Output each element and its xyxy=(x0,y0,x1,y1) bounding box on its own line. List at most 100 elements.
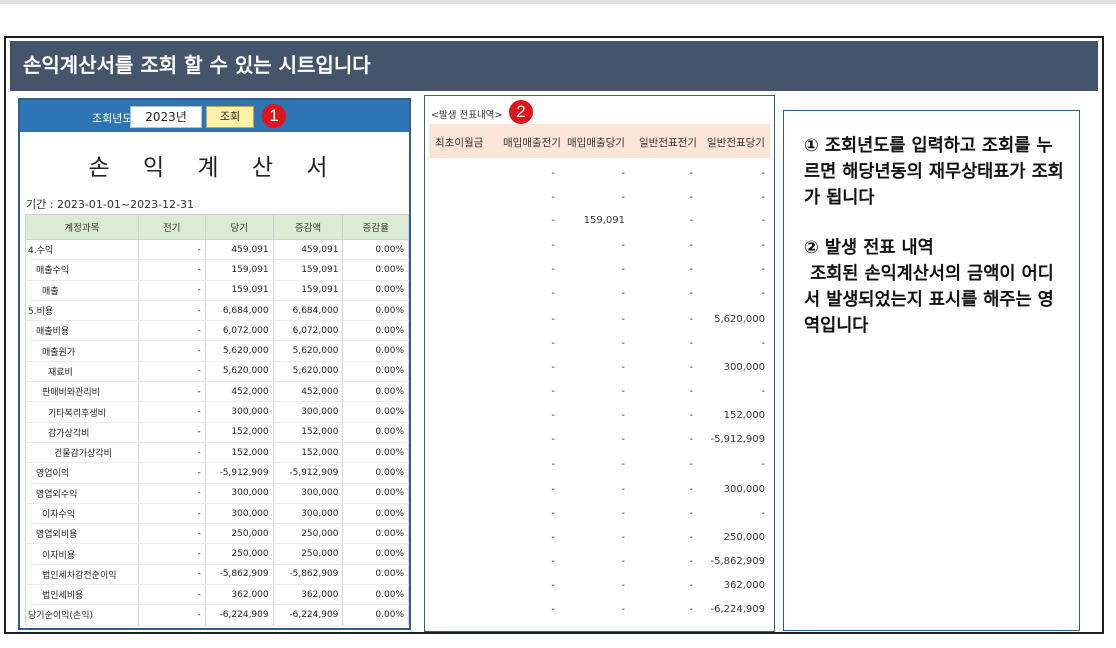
voucher-cell: - xyxy=(689,168,693,179)
account-cell: 이자비용 xyxy=(25,543,139,565)
prev-cell: - xyxy=(137,483,206,504)
diff-cell: 250,000 xyxy=(272,543,344,565)
voucher-cell: -5,912,909 xyxy=(710,434,765,445)
voucher-cell: 159,091 xyxy=(583,215,625,226)
voucher-cell: - xyxy=(621,508,625,519)
curr-cell: 6,684,000 xyxy=(204,300,274,322)
explanation-step-2: ② 발생 전표 내역 조회된 손익계산서의 금액이 어디서 발생되었는지 표시를… xyxy=(804,238,1054,336)
voucher-cell: - xyxy=(761,215,765,226)
diff-cell: 452,000 xyxy=(272,381,344,403)
voucher-cell: - xyxy=(689,484,693,495)
voucher-cell: - xyxy=(761,459,765,470)
voucher-cell: - xyxy=(761,338,765,349)
rate-cell: 0.00% xyxy=(342,483,409,504)
prev-cell: - xyxy=(137,300,206,322)
diff-cell: -5,862,909 xyxy=(272,564,344,586)
rate-cell: 0.00% xyxy=(342,401,409,423)
diff-cell: 159,091 xyxy=(272,280,344,301)
voucher-cell: - xyxy=(551,240,555,251)
curr-cell: 159,091 xyxy=(204,280,274,301)
account-cell: 건물감가상각비 xyxy=(25,442,139,464)
voucher-cell: - xyxy=(689,288,693,299)
voucher-cell: - xyxy=(551,556,555,567)
prev-cell: - xyxy=(137,604,206,626)
voucher-cell: - xyxy=(621,580,625,591)
table-row: 건물감가상각비 -152,000 152,000 0.00% xyxy=(25,442,409,464)
voucher-cell: - xyxy=(621,362,625,373)
voucher-cell: - xyxy=(551,338,555,349)
voucher-cell: - xyxy=(761,192,765,203)
table-row: 이자비용 -250,000 250,000 0.00% xyxy=(25,543,409,565)
voucher-cell: - xyxy=(689,580,693,591)
voucher-cell: - xyxy=(689,532,693,543)
diff-cell: 152,000 xyxy=(272,442,344,464)
voucher-cell: - xyxy=(621,264,625,275)
account-cell: 이자수익 xyxy=(25,503,139,525)
voucher-cell: - xyxy=(621,604,625,615)
year-input[interactable]: 2023년 xyxy=(130,106,202,128)
voucher-caption: <발생 전표내역> xyxy=(431,110,503,121)
voucher-cell: 362,000 xyxy=(723,580,765,591)
table-row: 매출수익 -159,091 159,091 0.00% xyxy=(25,259,409,281)
voucher-cell: - xyxy=(689,434,693,445)
account-cell: 4.수익 xyxy=(25,239,139,261)
voucher-cell: -6,224,909 xyxy=(710,604,765,615)
rate-cell: 0.00% xyxy=(342,280,409,301)
prev-cell: - xyxy=(137,320,206,342)
rate-cell: 0.00% xyxy=(342,361,409,383)
rate-cell: 0.00% xyxy=(342,381,409,403)
rate-cell: 0.00% xyxy=(342,442,409,464)
prev-cell: - xyxy=(137,564,206,586)
curr-cell: 5,620,000 xyxy=(204,361,274,383)
voucher-cell: - xyxy=(761,288,765,299)
page-title: 손익계산서를 조회 할 수 있는 시트입니다 xyxy=(10,41,1098,91)
curr-cell: 250,000 xyxy=(204,543,274,565)
table-row: 기타복리후생비 -300,000 300,000 0.00% xyxy=(25,401,409,423)
curr-cell: 362,000 xyxy=(204,584,274,606)
voucher-column-header: 일반전표당기 xyxy=(707,137,765,149)
table-row: 영업이익 - -5,912,909 -5,912,909 0.00% xyxy=(25,462,409,484)
column-header: 전기 xyxy=(137,214,206,240)
table-row: 4.수익 -459,091 459,091 0.00% xyxy=(25,239,409,261)
voucher-cell: - xyxy=(689,508,693,519)
income-statement-panel: 조회년도 2023년 조회 1 손 익 계 산 서 기간 : 2023-01-0… xyxy=(18,98,411,630)
diff-cell: 300,000 xyxy=(272,483,344,504)
voucher-cell: - xyxy=(551,508,555,519)
voucher-cell: - xyxy=(551,410,555,421)
rate-cell: 0.00% xyxy=(342,543,409,565)
voucher-cell: - xyxy=(689,264,693,275)
table-row: 감가상각비 -152,000 152,000 0.00% xyxy=(25,422,409,443)
year-label: 조회년도 xyxy=(92,112,133,125)
step-2-badge: 2 xyxy=(509,100,533,124)
account-cell: 영업외수익 xyxy=(25,483,139,504)
voucher-cell: - xyxy=(621,240,625,251)
curr-cell: 452,000 xyxy=(204,381,274,403)
lookup-button[interactable]: 조회 xyxy=(206,106,254,128)
voucher-cell: - xyxy=(689,338,693,349)
voucher-cell: - xyxy=(551,288,555,299)
voucher-cell: - xyxy=(689,604,693,615)
voucher-cell: - xyxy=(621,556,625,567)
curr-cell: 250,000 xyxy=(204,523,274,545)
diff-cell: 6,684,000 xyxy=(272,300,344,322)
curr-cell: 5,620,000 xyxy=(204,340,274,362)
prev-cell: - xyxy=(137,442,206,464)
table-row: 당기순이익(손익) - -6,224,909 -6,224,909 0.00% xyxy=(25,604,409,626)
table-row: 매출 -159,091 159,091 0.00% xyxy=(25,280,409,301)
prev-cell: - xyxy=(137,340,206,362)
table-row: 법인세비용 -362,000 362,000 0.00% xyxy=(25,584,409,606)
voucher-cell: - xyxy=(689,386,693,397)
rate-cell: 0.00% xyxy=(342,604,409,626)
diff-cell: 250,000 xyxy=(272,523,344,545)
account-cell: 영업외비용 xyxy=(25,523,139,545)
voucher-cell: - xyxy=(761,508,765,519)
curr-cell: 300,000 xyxy=(204,483,274,504)
voucher-cell: 5,620,000 xyxy=(714,314,765,325)
curr-cell: 300,000 xyxy=(204,401,274,423)
voucher-cell: - xyxy=(551,386,555,397)
diff-cell: 6,072,000 xyxy=(272,320,344,342)
curr-cell: 152,000 xyxy=(204,422,274,443)
voucher-cell: - xyxy=(621,532,625,543)
account-cell: 매출수익 xyxy=(25,259,139,281)
curr-cell: -5,862,909 xyxy=(204,564,274,586)
